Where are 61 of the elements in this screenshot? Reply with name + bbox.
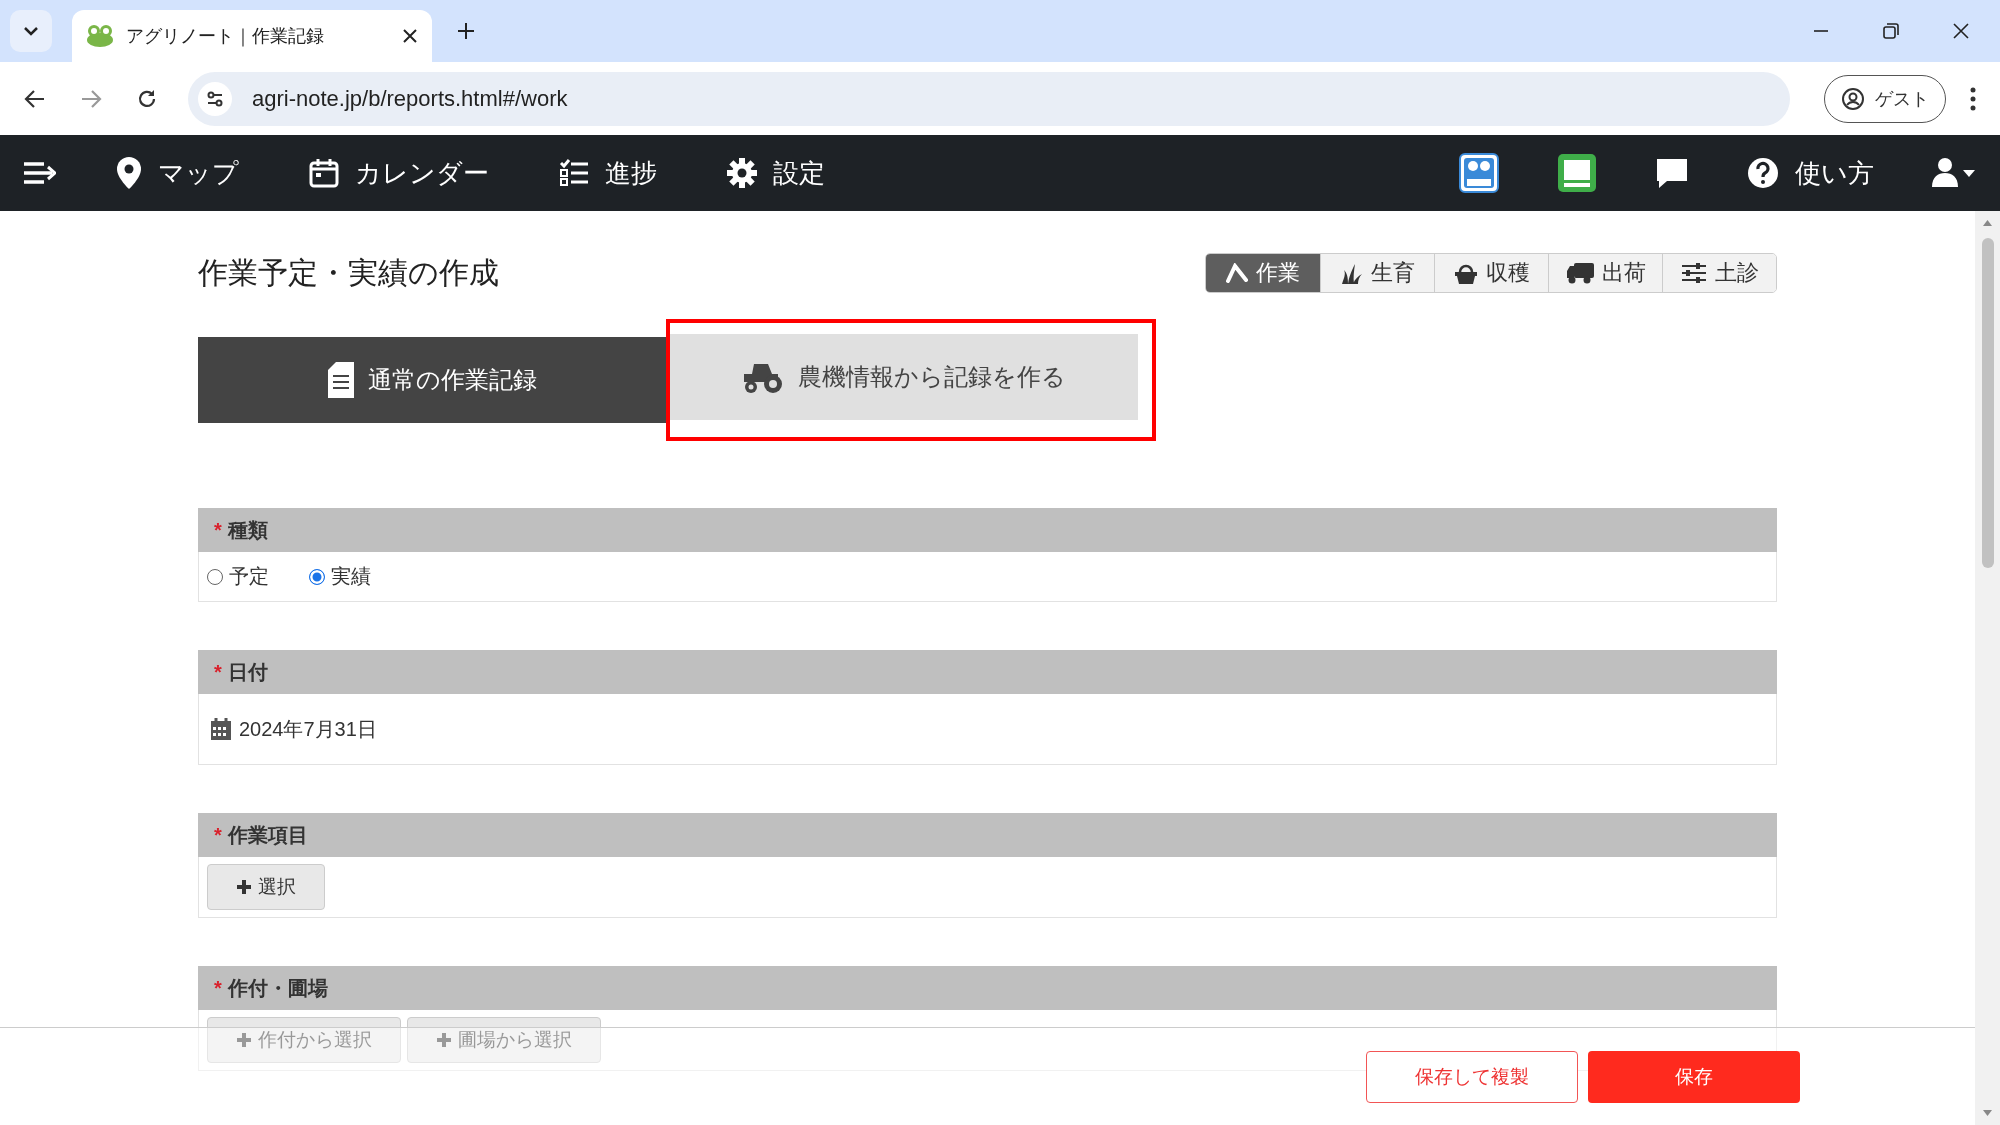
section-title: 日付	[227, 659, 268, 685]
required-mark: *	[214, 660, 222, 684]
settings-icon	[727, 158, 757, 188]
scrollbar-drawing[interactable]	[1975, 211, 2000, 1125]
nav-link[interactable]: 進捗	[559, 155, 657, 191]
chevron-down-icon	[23, 26, 39, 36]
required-mark: *	[214, 976, 222, 1000]
book-app-icon[interactable]	[1557, 153, 1597, 193]
plus-icon	[236, 879, 252, 895]
restore-icon[interactable]	[1882, 22, 1900, 40]
page-title: 作業予定・実績の作成	[198, 254, 499, 291]
category-tab[interactable]: 作業	[1206, 254, 1320, 292]
chat-icon[interactable]	[1655, 157, 1689, 189]
nav-link[interactable]: 設定	[727, 155, 825, 191]
nav-link[interactable]: マップ	[116, 155, 239, 191]
save-button[interactable]: 保存して複製	[1366, 1050, 1578, 1103]
sickle-icon	[1226, 263, 1248, 283]
section-title: 作業項目	[227, 822, 308, 848]
person-icon	[1841, 86, 1865, 111]
sliders-icon	[1680, 263, 1707, 283]
mode-tab[interactable]: 農機情報から記録を作る	[670, 334, 1138, 420]
close-icon[interactable]	[402, 28, 418, 44]
checklist-icon	[559, 159, 589, 187]
category-tab[interactable]: 土診	[1662, 254, 1776, 292]
tab-list-button[interactable]	[10, 10, 52, 52]
site-settings-icon[interactable]	[198, 81, 232, 116]
calendar-icon	[309, 158, 339, 188]
section-title: 種類	[227, 517, 268, 543]
help-icon	[1747, 157, 1779, 189]
menu-icon[interactable]	[1970, 86, 1976, 111]
mode-tab[interactable]: 通常の作業記録	[198, 337, 666, 423]
category-tab[interactable]: 収穫	[1434, 254, 1548, 292]
required-mark: *	[214, 823, 222, 847]
radio-option[interactable]: 予定	[207, 563, 269, 590]
document-icon	[327, 362, 354, 398]
nav-link[interactable]: カレンダー	[309, 155, 489, 191]
save-button[interactable]: 保存	[1588, 1050, 1800, 1103]
plus-icon	[236, 1032, 252, 1048]
forward-icon[interactable]	[80, 87, 102, 110]
required-mark: *	[214, 518, 222, 542]
new-tab-icon[interactable]	[456, 21, 476, 41]
back-icon[interactable]	[24, 87, 46, 110]
frog-app-icon[interactable]	[1459, 153, 1499, 193]
map-pin-icon	[116, 157, 142, 189]
category-tab[interactable]: 生育	[1320, 254, 1434, 292]
frog-icon	[86, 24, 114, 48]
truck-icon	[1565, 262, 1594, 284]
user-menu-icon[interactable]	[1932, 157, 1976, 189]
category-tab[interactable]: 出荷	[1548, 254, 1662, 292]
browser-tab[interactable]: アグリノート｜作業記録	[72, 10, 432, 62]
calendar-icon[interactable]	[211, 718, 231, 740]
plus-icon	[436, 1032, 452, 1048]
help-link[interactable]: 使い方	[1747, 155, 1874, 191]
grass-icon	[1340, 262, 1363, 284]
section-title: 作付・圃場	[227, 975, 328, 1001]
menu-icon[interactable]	[24, 161, 56, 185]
radio-option[interactable]: 実績	[309, 563, 371, 590]
date-value[interactable]: 2024年7月31日	[239, 715, 377, 743]
close-icon[interactable]	[1952, 22, 1970, 40]
select-button[interactable]: 選択	[207, 864, 325, 910]
address-bar[interactable]: agri-note.jp/b/reports.html#/work	[188, 71, 1790, 126]
